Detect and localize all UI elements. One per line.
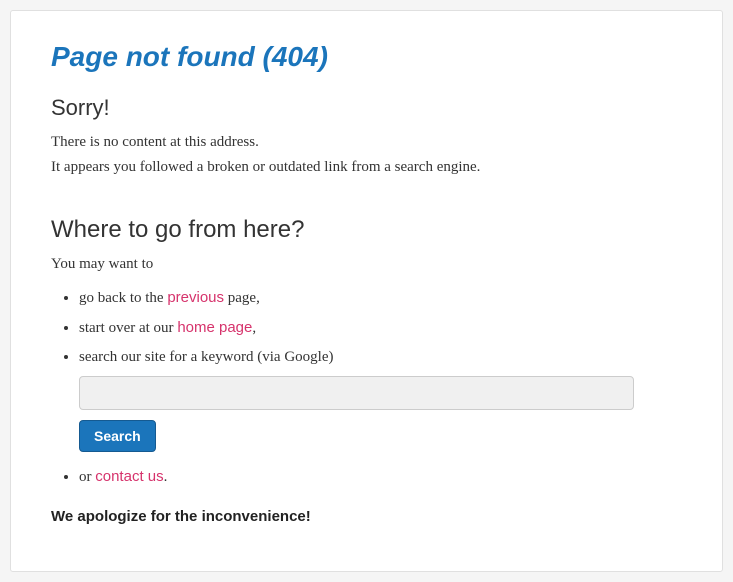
list-item: search our site for a keyword (via Googl… [79,347,682,452]
previous-link[interactable]: previous [167,289,224,306]
search-form: Search [79,376,682,452]
or-suffix: . [164,469,168,485]
sorry-text-1: There is no content at this address. [51,131,682,154]
search-button[interactable]: Search [79,420,156,452]
intro-text: You may want to [51,256,682,273]
sorry-heading: Sorry! [51,95,682,121]
options-list: go back to the previous page, start over… [51,287,682,488]
contact-link[interactable]: contact us [95,468,163,485]
back-prefix: go back to the [79,290,167,306]
list-item: start over at our home page, [79,317,682,339]
search-input[interactable] [79,376,634,410]
list-item: or contact us. [79,466,682,488]
home-link[interactable]: home page [177,319,252,336]
back-suffix: page, [224,290,260,306]
page-title: Page not found (404) [51,41,682,73]
home-prefix: start over at our [79,320,177,336]
where-heading: Where to go from here? [51,216,682,244]
home-suffix: , [252,320,256,336]
sorry-text-2: It appears you followed a broken or outd… [51,156,682,179]
error-page-card: Page not found (404) Sorry! There is no … [10,10,723,572]
list-item: go back to the previous page, [79,287,682,309]
or-prefix: or [79,469,95,485]
apology-text: We apologize for the inconvenience! [51,508,682,525]
search-text: search our site for a keyword (via Googl… [79,349,334,365]
